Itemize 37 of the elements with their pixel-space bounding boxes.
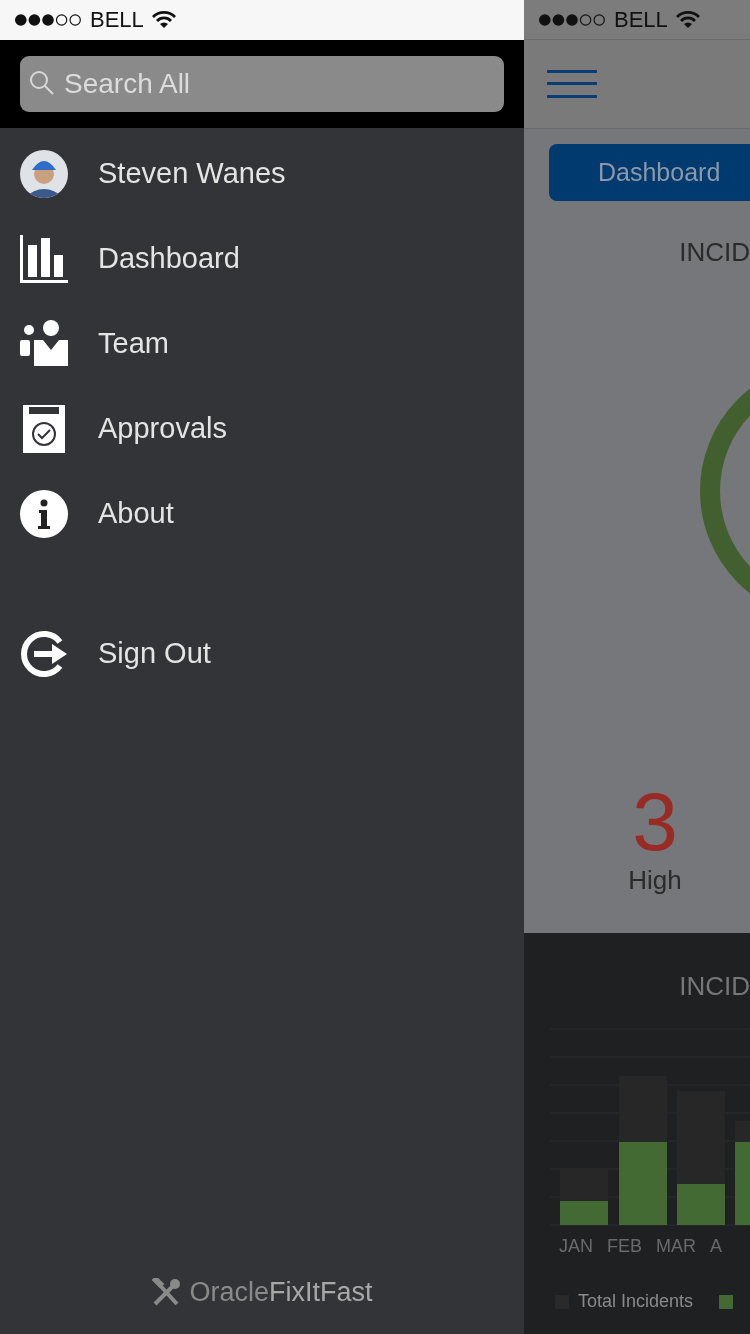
wifi-icon [151,11,176,29]
tools-icon [151,1277,182,1308]
info-icon [20,489,68,538]
avatar-icon [20,149,68,198]
total-bar [560,1169,608,1201]
month-label: A [710,1236,723,1257]
signal-icon [14,13,82,27]
sign-out-icon [20,629,68,678]
menu-icon[interactable] [547,70,597,98]
menu-item[interactable]: Dashboard [0,216,524,301]
menu-item[interactable]: Steven Wanes [0,131,524,216]
app-logo-text: OracleFixItFast [189,1277,373,1308]
search-icon [29,70,55,96]
segment-bar [560,1201,608,1225]
bar-chart-icon [20,234,68,283]
month-label: MAR [656,1236,697,1257]
clipboard-check-icon [20,404,68,453]
search-field[interactable]: Search All [20,56,504,112]
chart-title: INCID [678,971,750,1002]
dashboard-tab[interactable]: Dashboard [549,144,750,201]
total-bar [619,1076,667,1142]
signal-icon [538,12,606,27]
carrier-name: BELL [614,6,668,33]
menu-item[interactable]: About [0,471,524,556]
menu-item[interactable]: Sign Out [0,611,524,696]
count-label: High [628,865,682,896]
segment-bar [677,1184,725,1225]
month-label: JAN [559,1236,593,1257]
month-label: FEB [607,1236,643,1257]
high-count: 3 [632,781,678,863]
team-icon [20,319,68,368]
section-title: INCID [678,237,750,268]
legend-label: Total Incidents [578,1291,694,1312]
menu-item[interactable]: Team [0,301,524,386]
menu-item[interactable]: Approvals [0,386,524,471]
wifi-icon [675,10,700,29]
carrier-name: BELL [90,7,144,33]
